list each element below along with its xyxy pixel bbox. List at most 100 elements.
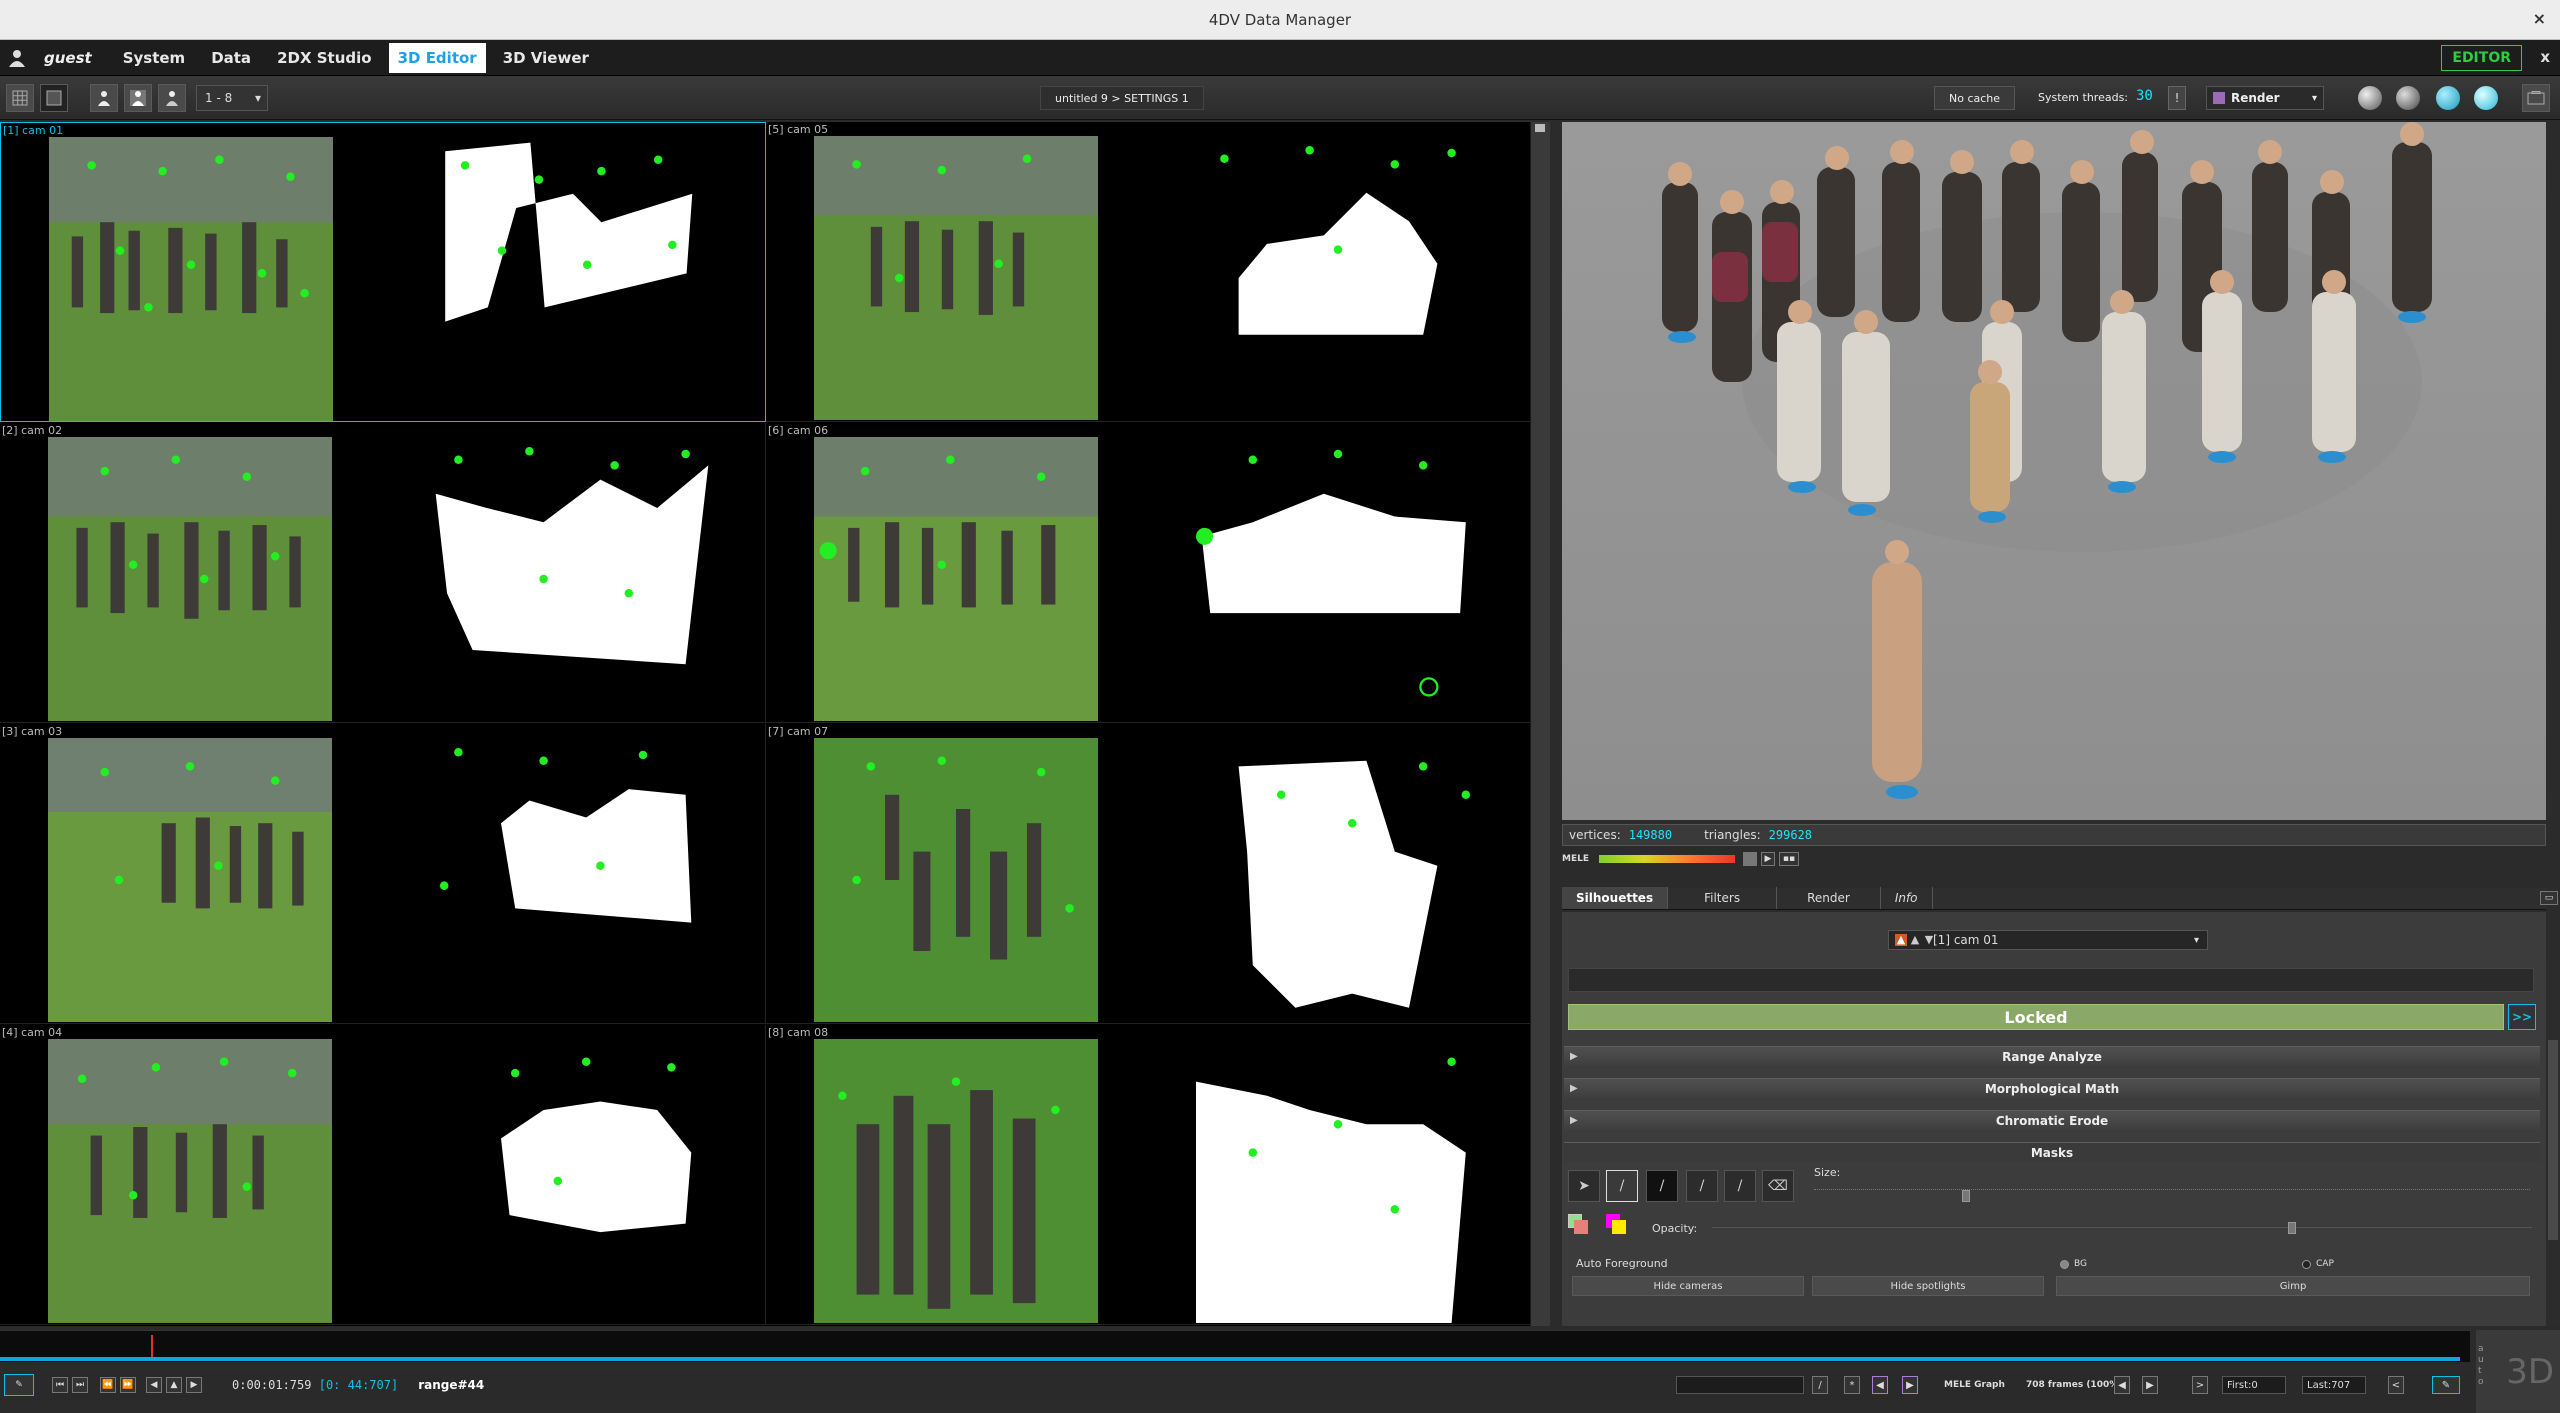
person-view-icon[interactable] [90, 83, 118, 112]
next-key-icon[interactable]: ▶ [1902, 1376, 1918, 1394]
locked-more-button[interactable]: >> [2508, 1004, 2536, 1030]
brush-dark-tool-icon[interactable]: / [1646, 1170, 1678, 1202]
fg-color-swatch-2[interactable] [1612, 1220, 1626, 1234]
panel-scrollbar[interactable] [2546, 960, 2560, 1326]
threads-value[interactable]: 30 [2136, 88, 2153, 104]
cache-button[interactable]: No cache [1934, 86, 2016, 110]
camera-cell-3[interactable]: [3] cam 03 [0, 724, 766, 1024]
close-editor-button[interactable]: x [2540, 48, 2550, 66]
first-frame-icon[interactable]: ⏮ [52, 1377, 68, 1393]
play-icon[interactable]: ▶ [186, 1377, 202, 1393]
user-icon[interactable] [2, 43, 32, 73]
silhouette-view-icon[interactable] [124, 83, 152, 112]
size-slider-knob[interactable] [1962, 1190, 1970, 1202]
size-slider[interactable] [1814, 1180, 2530, 1190]
section-range-analyze[interactable]: ▶ Range Analyze [1564, 1046, 2540, 1066]
locked-status-button[interactable]: Locked [1568, 1004, 2504, 1030]
bg-color-swatch-2[interactable] [1574, 1220, 1588, 1234]
camera-select-value: [1] cam 01 [1933, 933, 1999, 947]
menu-3d-viewer[interactable]: 3D Viewer [494, 43, 598, 73]
section-chromatic-erode[interactable]: ▶ Chromatic Erode [1564, 1110, 2540, 1130]
opacity-slider[interactable] [1712, 1218, 2532, 1228]
camera-cell-1[interactable]: [1] cam 01 [0, 122, 766, 422]
textured-sphere-icon[interactable] [2436, 86, 2460, 110]
tab-silhouettes[interactable]: Silhouettes [1562, 887, 1669, 909]
camera-cell-2[interactable]: [2] cam 02 [0, 423, 766, 723]
frames-prev-icon[interactable]: ◀ [2114, 1376, 2130, 1394]
slash-button[interactable]: / [1812, 1376, 1828, 1394]
overlay-view-icon[interactable] [158, 83, 186, 112]
section-morphological-math[interactable]: ▶ Morphological Math [1564, 1078, 2540, 1098]
brush-soft-tool-icon[interactable]: / [1724, 1170, 1756, 1202]
editor-mode-badge[interactable]: EDITOR [2441, 45, 2522, 71]
tab-filters[interactable]: Filters [1668, 887, 1778, 909]
hide-cameras-button[interactable]: Hide cameras [1572, 1276, 1804, 1296]
section-masks[interactable]: Masks [1564, 1142, 2540, 1162]
pen-tool-icon[interactable]: ✎ [2432, 1376, 2460, 1394]
menu-2dx-studio[interactable]: 2DX Studio [268, 43, 381, 73]
single-view-icon[interactable] [40, 83, 68, 112]
last-frame-field[interactable]: Last:707 [2302, 1376, 2366, 1394]
threads-warning-button[interactable]: ! [2168, 86, 2186, 110]
window-close-button[interactable]: × [2533, 9, 2546, 28]
frame-input[interactable] [1676, 1376, 1804, 1394]
shaded-sphere-icon[interactable] [2396, 86, 2420, 110]
timeline[interactable] [0, 1330, 2470, 1362]
screenshot-icon[interactable] [2522, 84, 2550, 112]
tab-render[interactable]: Render [1777, 887, 1881, 909]
brush-tool-icon[interactable]: / [1606, 1170, 1638, 1202]
opacity-slider-knob[interactable] [2288, 1222, 2296, 1234]
hide-spotlights-button[interactable]: Hide spotlights [1812, 1276, 2044, 1296]
lit-sphere-icon[interactable] [2474, 86, 2498, 110]
cap-radio[interactable] [2302, 1260, 2311, 1269]
threshold-slider[interactable] [1568, 968, 2534, 992]
star-button[interactable]: * [1844, 1376, 1860, 1394]
arrow-down-icon[interactable]: ▼ [1923, 934, 1935, 946]
step-back-icon[interactable]: ◀ [146, 1377, 162, 1393]
lt-button[interactable]: < [2388, 1376, 2404, 1394]
camera-select[interactable]: ▲ ▲ ▼ [1] cam 01 ▾ [1888, 930, 2208, 950]
menu-3d-editor[interactable]: 3D Editor [388, 42, 486, 73]
fast-forward-icon[interactable]: ⏩ [120, 1377, 136, 1393]
timeline-track[interactable] [0, 1357, 2460, 1361]
edit-tool-icon[interactable]: ✎ [4, 1374, 34, 1396]
first-frame-field[interactable]: First:0 [2222, 1376, 2286, 1394]
mele-more-icon[interactable]: ▪▪ [1779, 852, 1799, 866]
menu-system[interactable]: System [114, 43, 194, 73]
eraser-tool-icon[interactable]: ⌫ [1762, 1170, 1794, 1202]
silhouette-mask [1196, 437, 1480, 721]
wireframe-sphere-icon[interactable] [2358, 86, 2382, 110]
gimp-button[interactable]: Gimp [2056, 1276, 2530, 1296]
camera-cell-6[interactable]: [6] cam 06 [766, 423, 1532, 723]
camera-cell-4[interactable]: [4] cam 04 [0, 1025, 766, 1325]
mele-square-icon[interactable] [1743, 852, 1757, 866]
arrow-up-icon[interactable]: ▲ [1909, 934, 1921, 946]
gt-button[interactable]: > [2192, 1376, 2208, 1394]
pointer-tool-icon[interactable]: ➤ [1568, 1170, 1600, 1202]
menu-data[interactable]: Data [202, 43, 260, 73]
panel-splitter[interactable] [1530, 122, 1550, 1326]
mele-play-icon[interactable]: ▶ [1761, 852, 1775, 866]
brush-light-tool-icon[interactable]: / [1686, 1170, 1718, 1202]
render-mode-select[interactable]: Render ▾ [2206, 86, 2324, 110]
grid-view-icon[interactable] [6, 83, 34, 112]
lock-icon[interactable]: ▲ [1895, 934, 1907, 946]
splitter-grip-icon[interactable] [1535, 124, 1545, 132]
panel-toggle-icon[interactable]: ▭ [2540, 891, 2558, 905]
3d-mode-button[interactable]: auto 3D [2476, 1330, 2560, 1413]
camera-cell-5[interactable]: [5] cam 05 [766, 122, 1532, 422]
scrollbar-thumb[interactable] [2548, 1040, 2558, 1240]
camera-range-select[interactable]: 1 - 8 ▾ [196, 84, 268, 111]
prev-key-icon[interactable]: ◀ [1872, 1376, 1888, 1394]
up-icon[interactable]: ▲ [166, 1377, 182, 1393]
camera-cell-8[interactable]: [8] cam 08 [766, 1025, 1532, 1325]
rewind-icon[interactable]: ⏪ [100, 1377, 116, 1393]
tab-info[interactable]: Info [1881, 887, 1933, 909]
3d-viewport[interactable] [1562, 122, 2546, 820]
next-frame-icon[interactable]: ⏭ [72, 1377, 88, 1393]
size-label: Size: [1814, 1166, 1841, 1179]
user-name[interactable]: guest [44, 49, 92, 67]
frames-next-icon[interactable]: ▶ [2142, 1376, 2158, 1394]
bg-radio[interactable] [2060, 1260, 2069, 1269]
camera-cell-7[interactable]: [7] cam 07 [766, 724, 1532, 1024]
